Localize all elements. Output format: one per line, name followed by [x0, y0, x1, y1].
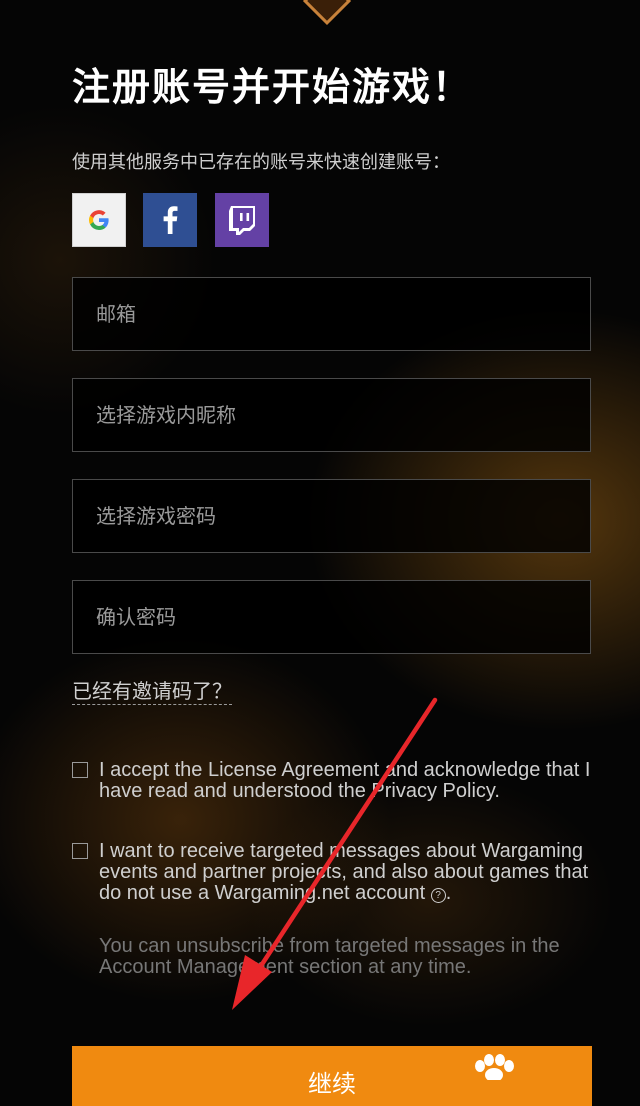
password-field-box — [72, 479, 591, 553]
email-field[interactable] — [73, 278, 590, 350]
submit-button-label: 继续 — [308, 1070, 356, 1098]
page-title: 注册账号并开始游戏！ — [72, 65, 473, 109]
paw-icon — [475, 1054, 514, 1080]
invite-code-link[interactable]: 已经有邀请码了？ — [72, 678, 232, 705]
confirm-password-field-box — [72, 580, 591, 654]
twitch-icon — [229, 206, 255, 235]
google-icon — [89, 210, 109, 230]
nickname-field-box — [72, 378, 591, 452]
marketing-checkbox[interactable] — [72, 843, 88, 859]
marketing-consent-text: I want to receive targeted messages abou… — [99, 840, 589, 904]
unsubscribe-note: You can unsubscribe from targeted messag… — [99, 935, 560, 978]
license-agreement-text: I accept the License Agreement and ackno… — [99, 759, 591, 802]
marketing-consent-text-wrap: I want to receive targeted messages abou… — [99, 840, 589, 904]
license-checkbox[interactable] — [72, 762, 88, 778]
nickname-field[interactable] — [73, 379, 590, 451]
email-field-box — [72, 277, 591, 351]
question-circle-icon[interactable]: ? — [430, 888, 446, 903]
facebook-login-button[interactable] — [143, 193, 197, 247]
password-field[interactable] — [73, 480, 590, 552]
facebook-icon — [163, 206, 178, 234]
google-login-button[interactable] — [72, 193, 126, 247]
twitch-login-button[interactable] — [215, 193, 269, 247]
confirm-password-field[interactable] — [73, 581, 590, 653]
social-login-label: 使用其他服务中已存在的账号来快速创建账号： — [72, 152, 450, 173]
